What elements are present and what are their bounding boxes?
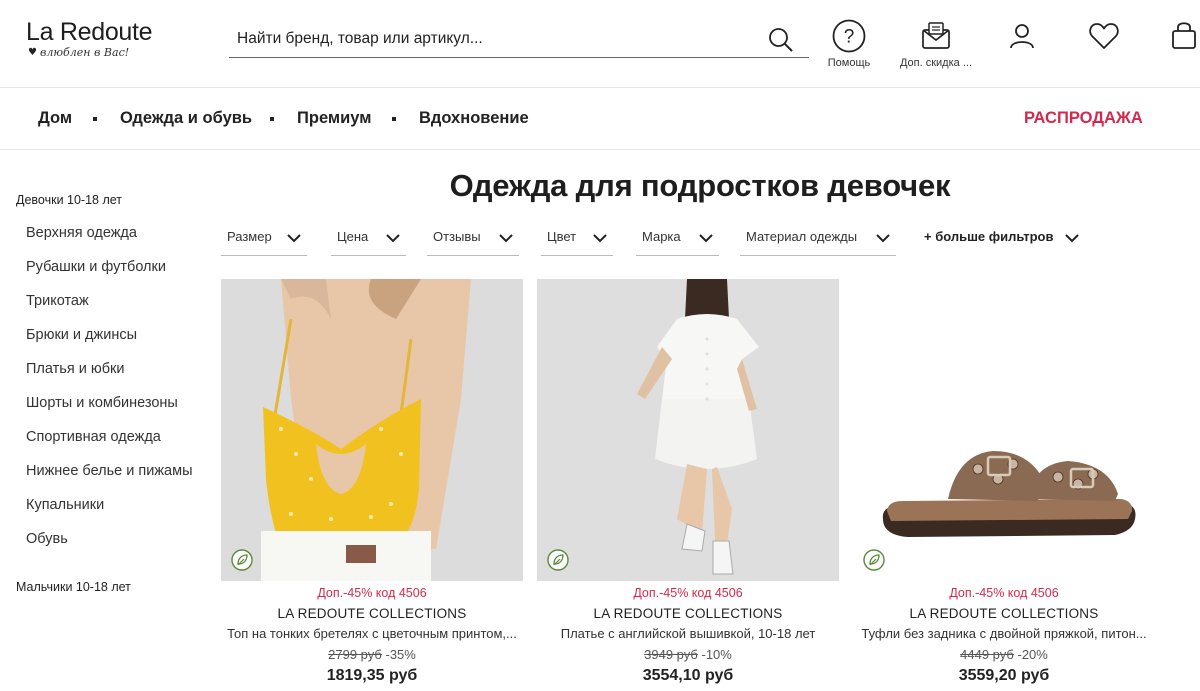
old-price: 2799 руб (328, 647, 382, 662)
nav-item-clothing[interactable]: Одежда и обувь (120, 109, 252, 128)
product-brand: LA REDOUTE COLLECTIONS (277, 606, 467, 621)
discount-icon (922, 22, 950, 49)
discount-percent: -10% (701, 647, 732, 662)
filter-brand[interactable]: Марка (636, 220, 719, 256)
chevron-down-icon (699, 234, 713, 243)
help-button[interactable]: ? Помощь (826, 18, 872, 69)
promo-text: Доп.-45% код 4506 (633, 586, 743, 600)
more-filters-button[interactable]: + больше фильтров (924, 229, 1054, 244)
promo-text: Доп.-45% код 4506 (317, 586, 427, 600)
old-price: 4449 руб (960, 647, 1014, 662)
svg-text:?: ? (844, 27, 855, 48)
help-icon: ? (832, 19, 866, 53)
sidebar-item-outerwear[interactable]: Верхняя одежда (26, 225, 137, 241)
chevron-down-icon (499, 234, 513, 243)
product-brand: LA REDOUTE COLLECTIONS (593, 606, 783, 621)
promo-text: Доп.-45% код 4506 (949, 586, 1059, 600)
old-price: 3949 руб (644, 647, 698, 662)
discount-percent: -20% (1017, 647, 1048, 662)
main-nav: Дом Одежда и обувь Премиум Вдохновение Р… (0, 88, 1200, 150)
nav-item-home[interactable]: Дом (38, 109, 72, 128)
nav-item-premium[interactable]: Премиум (297, 109, 371, 128)
search-bar (229, 22, 809, 58)
product-image-dress[interactable] (537, 279, 839, 581)
discount-button[interactable]: Доп. скидка ... (894, 18, 978, 69)
chevron-down-icon (287, 234, 301, 243)
product-image-sandal[interactable] (853, 279, 1155, 581)
filter-label: Цвет (547, 229, 577, 244)
filter-label: Отзывы (433, 229, 481, 244)
old-price-row: 2799 руб -35% (221, 647, 523, 662)
nav-item-inspiration[interactable]: Вдохновение (419, 109, 529, 128)
logo-text: La Redoute (26, 18, 153, 46)
header: La Redoute ♥ влюблен в Вас! ? Помощь Доп… (0, 0, 1200, 88)
chevron-down-icon (386, 234, 400, 243)
old-price-row: 3949 руб -10% (537, 647, 839, 662)
product-card[interactable]: Доп.-45% код 4506 LA REDOUTE COLLECTIONS… (853, 279, 1155, 685)
filter-label: Цена (337, 229, 369, 244)
chevron-down-icon (876, 234, 890, 243)
product-price: 3559,20 руб (958, 667, 1050, 684)
search-icon[interactable] (767, 26, 795, 54)
chevron-down-icon (593, 234, 607, 243)
filter-material[interactable]: Материал одежды (740, 220, 896, 256)
discount-percent: -35% (385, 647, 416, 662)
eco-leaf-icon (231, 549, 253, 571)
filter-size[interactable]: Размер (221, 220, 307, 256)
discount-label: Доп. скидка ... (899, 57, 973, 69)
nav-separator (93, 117, 97, 121)
account-button[interactable] (1004, 18, 1040, 54)
heart-icon: ♥ (28, 47, 37, 58)
filter-reviews[interactable]: Отзывы (427, 220, 519, 256)
cart-button[interactable] (1166, 18, 1200, 54)
search-input[interactable] (229, 22, 749, 56)
sidebar-item-dresses[interactable]: Платья и юбки (26, 361, 124, 377)
logo-tagline: влюблен в Вас! (39, 46, 130, 59)
filter-label: Материал одежды (746, 229, 858, 244)
filter-label: Размер (227, 229, 272, 244)
filter-price[interactable]: Цена (331, 220, 406, 256)
sidebar-item-trousers[interactable]: Брюки и джинсы (26, 327, 137, 343)
logo-tagline-wrap: ♥ влюблен в Вас! (28, 46, 166, 59)
product-name[interactable]: Платье с английской вышивкой, 10-18 лет (537, 626, 839, 641)
product-image-crop-top[interactable] (221, 279, 523, 581)
sidebar-item-shirts[interactable]: Рубашки и футболки (26, 259, 166, 275)
filter-color[interactable]: Цвет (541, 220, 613, 256)
product-name[interactable]: Туфли без задника с двойной пряжкой, пит… (853, 626, 1155, 641)
nav-separator (392, 117, 396, 121)
eco-leaf-icon (863, 549, 885, 571)
page-title: Одежда для подростков девочек (449, 168, 951, 203)
nav-item-sale[interactable]: РАСПРОДАЖА (1024, 109, 1143, 128)
sidebar-item-shorts[interactable]: Шорты и комбинезоны (26, 395, 178, 411)
product-price: 3554,10 руб (642, 667, 734, 684)
nav-separator (270, 117, 274, 121)
product-card[interactable]: Доп.-45% код 4506 LA REDOUTE COLLECTIONS… (221, 279, 523, 685)
logo[interactable]: La Redoute ♥ влюблен в Вас! (26, 18, 166, 64)
sidebar-item-swimwear[interactable]: Купальники (26, 497, 104, 513)
sidebar-item-shoes[interactable]: Обувь (26, 531, 68, 547)
help-label: Помощь (827, 57, 871, 69)
product-name[interactable]: Топ на тонких бретелях с цветочным принт… (221, 626, 523, 641)
sidebar-item-knitwear[interactable]: Трикотаж (26, 293, 89, 309)
wishlist-button[interactable] (1086, 18, 1122, 54)
product-price: 1819,35 руб (326, 667, 418, 684)
cart-icon (1172, 22, 1196, 49)
product-brand: LA REDOUTE COLLECTIONS (909, 606, 1099, 621)
sidebar-item-sportswear[interactable]: Спортивная одежда (26, 429, 161, 445)
wishlist-icon (1089, 23, 1119, 49)
old-price-row: 4449 руб -20% (853, 647, 1155, 662)
eco-leaf-icon (547, 549, 569, 571)
product-card[interactable]: Доп.-45% код 4506 LA REDOUTE COLLECTIONS… (537, 279, 839, 685)
sidebar-group-boys[interactable]: Мальчики 10-18 лет (16, 580, 131, 594)
sidebar-item-underwear[interactable]: Нижнее белье и пижамы (26, 463, 193, 479)
filter-label: Марка (642, 229, 681, 244)
chevron-down-icon[interactable] (1063, 229, 1081, 247)
account-icon (1010, 24, 1034, 49)
sidebar-group-girls[interactable]: Девочки 10-18 лет (16, 193, 122, 207)
